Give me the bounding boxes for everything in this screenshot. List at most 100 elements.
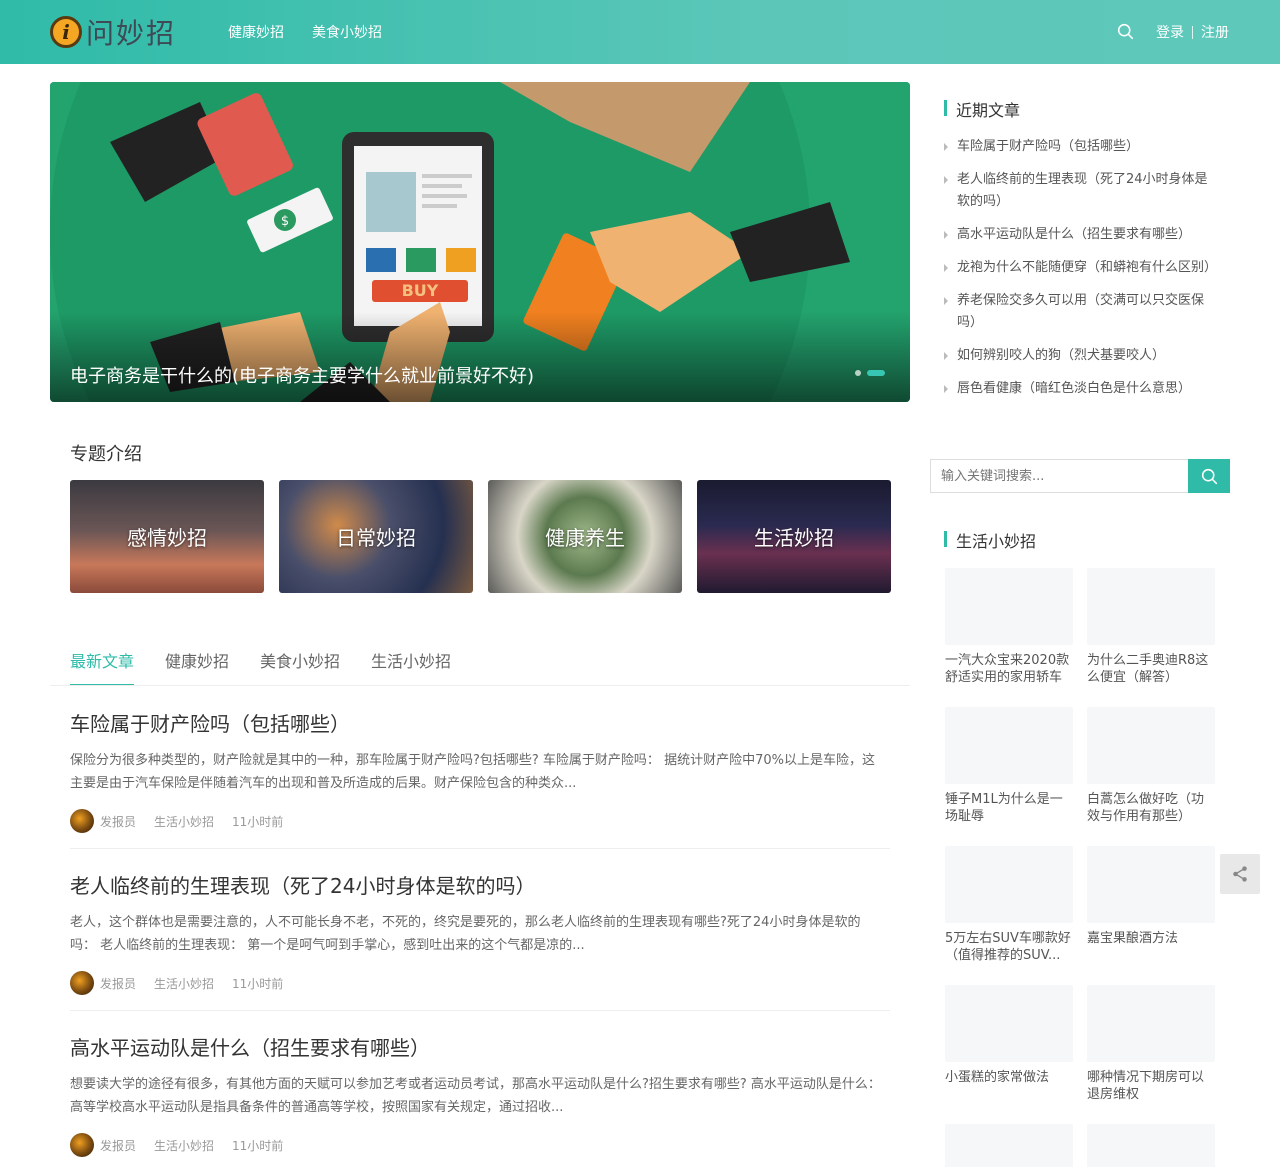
topic-card-emotion[interactable]: 感情妙招 <box>70 480 264 593</box>
tip-card[interactable]: 嘉宝果酿酒方法 <box>1087 846 1215 964</box>
article-tabs: 最新文章 健康妙招 美食小妙招 生活小妙招 <box>70 648 451 686</box>
article-summary: 老人，这个群体也是需要注意的，人不可能长身不老，不死的，终究是要死的，那么老人临… <box>70 915 861 953</box>
slider-dot-active[interactable] <box>867 370 885 376</box>
topic-label: 感情妙招 <box>127 526 207 550</box>
tip-card[interactable]: 哪种情况下期房可以退房维权 <box>1087 985 1215 1103</box>
tab-latest[interactable]: 最新文章 <box>70 648 135 686</box>
recent-post-link[interactable]: 老人临终前的生理表现（死了24小时身体是软的吗） <box>944 169 1219 213</box>
recent-post-link[interactable]: 养老保险交多久可以用（交满可以只交医保吗） <box>944 290 1219 334</box>
article-category[interactable]: 生活小妙招 <box>154 813 214 830</box>
recent-post-link[interactable]: 车险属于财产险吗（包括哪些） <box>944 136 1219 158</box>
topics-title: 专题介绍 <box>70 444 142 465</box>
tip-thumbnail[interactable] <box>945 985 1073 1062</box>
search-icon[interactable] <box>1117 23 1134 40</box>
tip-caption[interactable]: 哪种情况下期房可以退房维权 <box>1087 1069 1215 1103</box>
auth-links: 登录 注册 <box>1156 22 1229 42</box>
tab-health[interactable]: 健康妙招 <box>165 648 229 686</box>
site-logo[interactable]: i 问妙招 <box>50 14 176 50</box>
article-title[interactable]: 车险属于财产险吗（包括哪些） <box>70 708 890 737</box>
article-time: 11小时前 <box>232 1138 284 1153</box>
tip-caption[interactable]: 小蛋糕的家常做法 <box>945 1069 1073 1103</box>
article-author[interactable]: 发报员 <box>100 1137 136 1154</box>
share-button[interactable] <box>1220 854 1260 894</box>
tip-thumbnail[interactable] <box>945 846 1073 923</box>
nav-item-health[interactable]: 健康妙招 <box>228 22 284 42</box>
tip-card[interactable]: 5万左右SUV车哪款好（值得推荐的SUV... <box>945 846 1073 964</box>
article-item: 高水平运动队是什么（招生要求有哪些） 想要读大学的途径有很多，有其他方面的天赋可… <box>70 1032 890 1157</box>
tip-thumbnail[interactable] <box>945 707 1073 784</box>
topic-card-daily[interactable]: 日常妙招 <box>279 480 473 593</box>
search-icon <box>1201 468 1217 484</box>
life-tips-grid: 一汽大众宝来2020款舒适实用的家用轿车 为什么二手奥迪R8这么便宜（解答） 锤… <box>945 568 1215 1167</box>
article-time: 11小时前 <box>232 976 284 991</box>
tip-card[interactable]: 白蒿怎么做好吃（功效与作用有那些） <box>1087 707 1215 825</box>
tip-card[interactable] <box>1087 1124 1215 1167</box>
tip-card[interactable]: 小蛋糕的家常做法 <box>945 985 1073 1103</box>
sidebar-search <box>930 459 1230 493</box>
hero-illustration: $ BUY <box>50 82 910 402</box>
tip-caption[interactable]: 为什么二手奥迪R8这么便宜（解答） <box>1087 652 1215 686</box>
tip-thumbnail[interactable] <box>1087 846 1215 923</box>
article-meta: 发报员 生活小妙招 11小时前 <box>70 1133 890 1157</box>
tip-caption[interactable]: 一汽大众宝来2020款舒适实用的家用轿车 <box>945 652 1073 686</box>
tabs-divider <box>50 685 910 686</box>
tab-life[interactable]: 生活小妙招 <box>371 648 451 686</box>
tab-food[interactable]: 美食小妙招 <box>260 648 340 686</box>
topic-label: 健康养生 <box>545 526 625 550</box>
recent-posts-title: 近期文章 <box>944 97 1020 121</box>
topics-list: 感情妙招 日常妙招 健康养生 生活妙招 <box>70 480 891 593</box>
recent-post-link[interactable]: 唇色看健康（暗红色淡白色是什么意思） <box>944 378 1219 400</box>
share-icon <box>1233 866 1247 882</box>
article-summary: 想要读大学的途径有很多，有其他方面的天赋可以参加艺考或者运动员考试，那高水平运动… <box>70 1077 881 1115</box>
tip-thumbnail[interactable] <box>1087 568 1215 645</box>
tip-thumbnail[interactable] <box>945 568 1073 645</box>
article-divider <box>70 1010 890 1011</box>
avatar[interactable] <box>70 1133 94 1157</box>
register-link[interactable]: 注册 <box>1201 22 1229 42</box>
hero-slider[interactable]: $ BUY 电子商务是干什么的(电子商务主要学什么就业前景好不好) <box>50 82 910 402</box>
article-category[interactable]: 生活小妙招 <box>154 1137 214 1154</box>
buy-button-label: BUY <box>402 281 439 300</box>
article-meta: 发报员 生活小妙招 11小时前 <box>70 809 890 833</box>
login-link[interactable]: 登录 <box>1156 22 1184 42</box>
search-button[interactable] <box>1188 459 1230 493</box>
tip-card[interactable] <box>945 1124 1073 1167</box>
tip-caption[interactable]: 5万左右SUV车哪款好（值得推荐的SUV... <box>945 930 1073 964</box>
main-nav: 健康妙招 美食小妙招 <box>228 22 382 42</box>
article-title[interactable]: 高水平运动队是什么（招生要求有哪些） <box>70 1032 890 1061</box>
article-meta: 发报员 生活小妙招 11小时前 <box>70 971 890 995</box>
topic-label: 日常妙招 <box>336 526 416 550</box>
logo-text: 问妙招 <box>86 17 177 50</box>
article-summary: 保险分为很多种类型的，财产险就是其中的一种，那车险属于财产险吗?包括哪些? 车险… <box>70 753 875 791</box>
recent-post-link[interactable]: 龙袍为什么不能随便穿（和蟒袍有什么区别） <box>944 257 1219 279</box>
nav-item-food[interactable]: 美食小妙招 <box>312 22 382 42</box>
tip-thumbnail[interactable] <box>1087 707 1215 784</box>
topic-label: 生活妙招 <box>754 526 834 550</box>
tip-thumbnail[interactable] <box>945 1124 1073 1167</box>
tip-thumbnail[interactable] <box>1087 985 1215 1062</box>
recent-posts-list: 车险属于财产险吗（包括哪些） 老人临终前的生理表现（死了24小时身体是软的吗） … <box>944 136 1219 411</box>
article-author[interactable]: 发报员 <box>100 975 136 992</box>
tip-caption[interactable]: 锤子M1L为什么是一场耻辱 <box>945 791 1073 825</box>
article-title[interactable]: 老人临终前的生理表现（死了24小时身体是软的吗） <box>70 870 890 899</box>
avatar[interactable] <box>70 971 94 995</box>
search-input[interactable] <box>930 459 1188 493</box>
slider-dots <box>855 370 885 376</box>
slide-caption[interactable]: 电子商务是干什么的(电子商务主要学什么就业前景好不好) <box>70 362 534 388</box>
recent-post-link[interactable]: 高水平运动队是什么（招生要求有哪些） <box>944 224 1219 246</box>
auth-divider <box>1192 25 1193 39</box>
tip-card[interactable]: 为什么二手奥迪R8这么便宜（解答） <box>1087 568 1215 686</box>
tip-card[interactable]: 锤子M1L为什么是一场耻辱 <box>945 707 1073 825</box>
topic-card-health[interactable]: 健康养生 <box>488 480 682 593</box>
tip-thumbnail[interactable] <box>1087 1124 1215 1167</box>
tip-card[interactable]: 一汽大众宝来2020款舒适实用的家用轿车 <box>945 568 1073 686</box>
article-category[interactable]: 生活小妙招 <box>154 975 214 992</box>
article-item: 老人临终前的生理表现（死了24小时身体是软的吗） 老人，这个群体也是需要注意的，… <box>70 870 890 995</box>
article-author[interactable]: 发报员 <box>100 813 136 830</box>
tip-caption[interactable]: 白蒿怎么做好吃（功效与作用有那些） <box>1087 791 1215 825</box>
avatar[interactable] <box>70 809 94 833</box>
topic-card-life[interactable]: 生活妙招 <box>697 480 891 593</box>
tip-caption[interactable]: 嘉宝果酿酒方法 <box>1087 930 1215 964</box>
slider-dot[interactable] <box>855 370 861 376</box>
recent-post-link[interactable]: 如何辨别咬人的狗（烈犬基要咬人） <box>944 345 1219 367</box>
